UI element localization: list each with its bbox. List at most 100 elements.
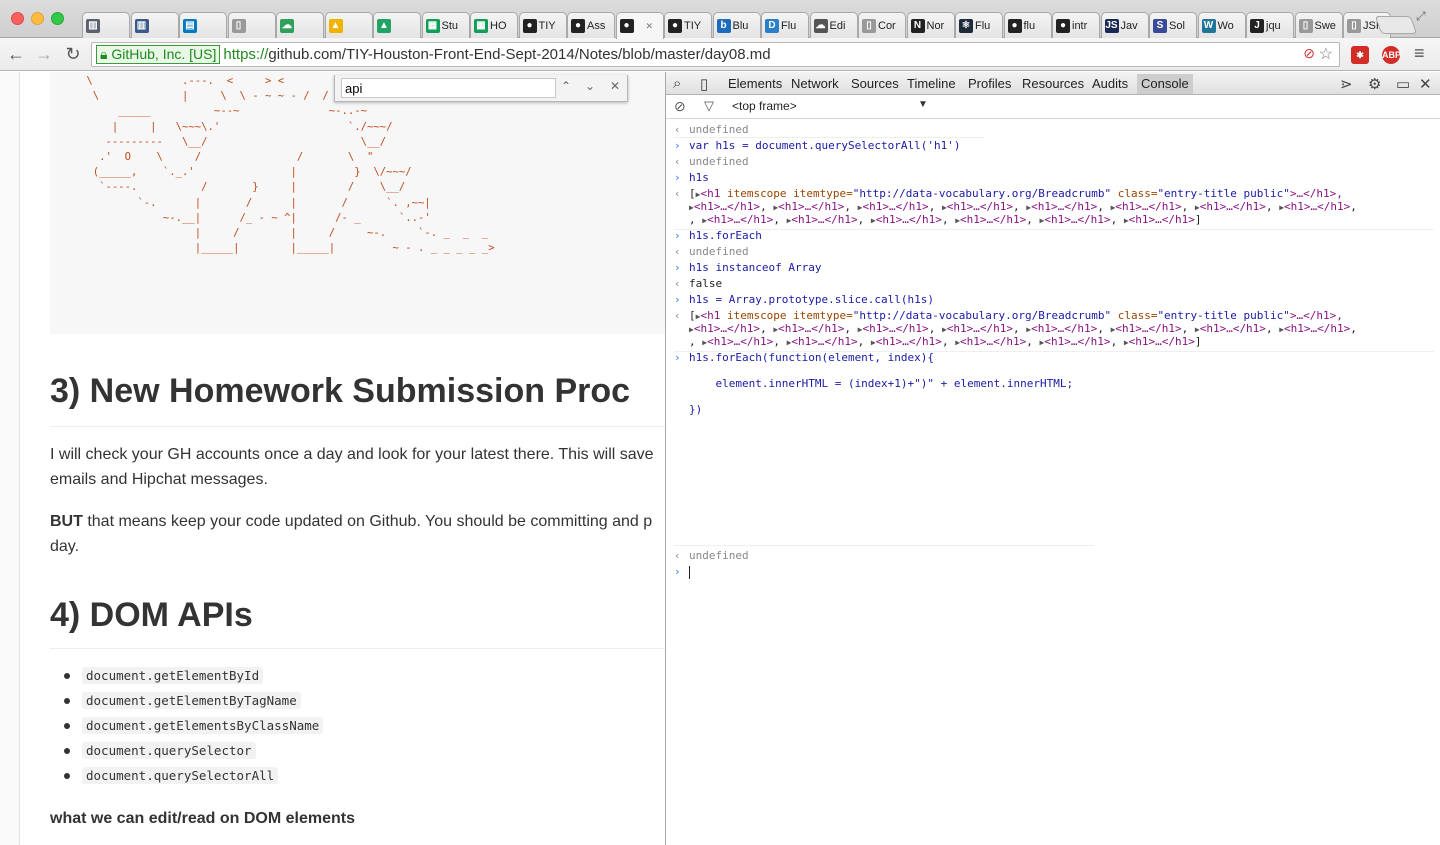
browser-tab[interactable]: ● TIY [518,12,567,38]
browser-tab[interactable]: ▯ Cor [858,12,906,38]
tab-resources[interactable]: Resources [1022,76,1084,91]
browser-tab[interactable]: ▯ Swe [1294,12,1343,38]
attr-value: "entry-title public" [1157,187,1290,200]
ev-certificate-badge[interactable]: 🔒︎ GitHub, Inc. [US] [96,45,221,64]
minimize-window-button[interactable] [31,12,44,25]
h1-node[interactable]: <h1>…</h1> [947,200,1013,213]
find-previous-button[interactable]: ⌃ [561,79,571,93]
browser-tab[interactable]: ▥ [82,12,130,38]
h1-node[interactable]: <h1>…</h1> [1200,322,1266,335]
h1-node[interactable]: <h1>…</h1> [1200,200,1266,213]
fullscreen-icon[interactable]: ⤢ [1416,9,1426,24]
tab-elements[interactable]: Elements [728,76,782,91]
tab-network[interactable]: Network [791,76,839,91]
filter-icon[interactable]: ▽ [704,98,714,114]
new-tab-button[interactable] [1374,16,1418,34]
close-tab-icon[interactable]: ✕ [646,21,654,31]
h1-node[interactable]: <h1>…</h1> [947,322,1013,335]
h1-node[interactable]: <h1>…</h1> [1284,200,1350,213]
browser-tab[interactable]: ▲ [373,12,421,38]
browser-tab[interactable]: ● ✕ [615,12,664,39]
h1-node[interactable]: <h1>…</h1> [1044,335,1110,348]
browser-tab[interactable]: ● intr [1052,12,1100,38]
h1-node[interactable]: <h1>…</h1> [1129,213,1195,226]
lastpass-icon[interactable]: ✱ [1351,46,1369,64]
content-blocked-icon[interactable]: ⊘ [1303,45,1315,62]
browser-tab[interactable]: ▥ [130,12,179,38]
h1-node[interactable]: <h1>…</h1> [1115,200,1181,213]
find-close-button[interactable]: ✕ [610,79,620,93]
h1-node[interactable]: <h1>…</h1> [778,200,844,213]
close-window-button[interactable] [11,12,24,25]
h1-node[interactable]: <h1>…</h1> [707,213,773,226]
browser-tab[interactable]: ⚛ Flu [955,12,1003,38]
browser-tab[interactable]: b Blu [712,12,761,38]
drawer-toggle-icon[interactable]: ⋗ [1340,75,1353,93]
h1-node[interactable]: <h1>…</h1> [876,335,942,348]
browser-tab[interactable]: ▦ Stu [421,12,470,38]
browser-tab[interactable]: ☁ [276,12,324,38]
dock-side-icon[interactable]: ▭ [1396,75,1410,93]
browser-tab[interactable]: ● flu [1003,12,1052,38]
browser-tab[interactable]: ▦ HO [470,12,518,38]
clear-console-icon[interactable]: ⊘ [674,98,686,115]
h1-node[interactable]: <h1>…</h1> [862,322,928,335]
h1-node[interactable]: <h1>…</h1> [1044,213,1110,226]
browser-tab[interactable]: D Flu [761,12,809,38]
h1-node[interactable]: <h1>…</h1> [876,213,942,226]
nodelist-output[interactable]: ‹ [▶<h1 itemscope itemtype="http://data-v… [666,187,1440,201]
bullet [64,723,70,729]
zoom-window-button[interactable] [51,12,64,25]
browser-tab[interactable]: Jjqu [1246,12,1294,38]
browser-tab[interactable]: ▲ [324,12,373,38]
inspect-search-icon[interactable]: ⌕ [673,75,681,92]
h1-node[interactable]: <h1>…</h1> [862,200,928,213]
h1-node[interactable]: <h1>…</h1> [960,335,1026,348]
menu-icon[interactable]: ≡ [1414,43,1425,64]
h1-node[interactable]: <h1>…</h1> [1115,322,1181,335]
h1-node[interactable]: <h1>…</h1> [791,213,857,226]
h1-node[interactable]: <h1>…</h1> [707,335,773,348]
forward-button[interactable]: → [34,44,54,65]
browser-tab[interactable]: ● Ass [567,12,615,38]
tab-audits[interactable]: Audits [1092,76,1128,91]
find-next-button[interactable]: ⌄ [585,79,595,93]
browser-tab[interactable]: ▤ [179,12,227,38]
find-input[interactable]: api [341,78,556,98]
tab-console[interactable]: Console [1137,74,1193,94]
browser-tab[interactable]: S Sol [1149,12,1197,38]
browser-tab[interactable]: ● TIY [664,12,712,38]
frame-dropdown-icon[interactable]: ▼ [918,99,928,110]
h1-node[interactable]: <h1>…</h1> [1031,200,1097,213]
device-mode-icon[interactable]: ▯ [700,75,708,93]
h1-node[interactable]: <h1>…</h1> [1284,322,1350,335]
bookmark-star-icon[interactable]: ☆ [1319,44,1333,64]
browser-tab[interactable]: ▯ [227,12,276,38]
browser-tab[interactable]: N Nor [906,12,955,38]
back-button[interactable]: ← [6,44,26,65]
tab-sources[interactable]: Sources [851,76,899,91]
h1-node[interactable]: <h1>…</h1> [960,213,1026,226]
tab-timeline[interactable]: Timeline [907,76,956,91]
array-output[interactable]: ‹ [▶<h1 itemscope itemtype="http://data-v… [666,309,1440,323]
h1-node[interactable]: <h1>…</h1> [694,322,760,335]
browser-tab[interactable]: ☁ Edi [809,12,858,38]
reload-button[interactable]: ↻ [63,44,83,65]
h1-node[interactable]: <h1>…</h1> [791,335,857,348]
attr-name: itemscope [720,309,787,322]
h1-node[interactable]: <h1>…</h1> [1129,335,1195,348]
prompt-icon: › [674,293,681,306]
close-devtools-icon[interactable]: ✕ [1419,75,1432,93]
browser-tab[interactable]: JS Jav [1100,12,1149,38]
settings-gear-icon[interactable]: ⚙ [1368,75,1381,93]
h1-node[interactable]: <h1>…</h1> [694,200,760,213]
h1-node[interactable]: <h1>…</h1> [778,322,844,335]
console-prompt[interactable]: › [666,565,1440,579]
adblock-plus-icon[interactable]: ABP [1382,46,1401,64]
h1-node[interactable]: <h1>…</h1> [1031,322,1097,335]
address-bar[interactable]: 🔒︎ GitHub, Inc. [US] https://github.com/T… [91,42,1340,67]
tab-profiles[interactable]: Profiles [968,76,1011,91]
browser-tab[interactable]: W Wo [1197,12,1246,38]
frame-selector[interactable]: <top frame> [732,99,797,113]
console-text: element.innerHTML = (index+1)+")" + elem… [689,377,1074,390]
